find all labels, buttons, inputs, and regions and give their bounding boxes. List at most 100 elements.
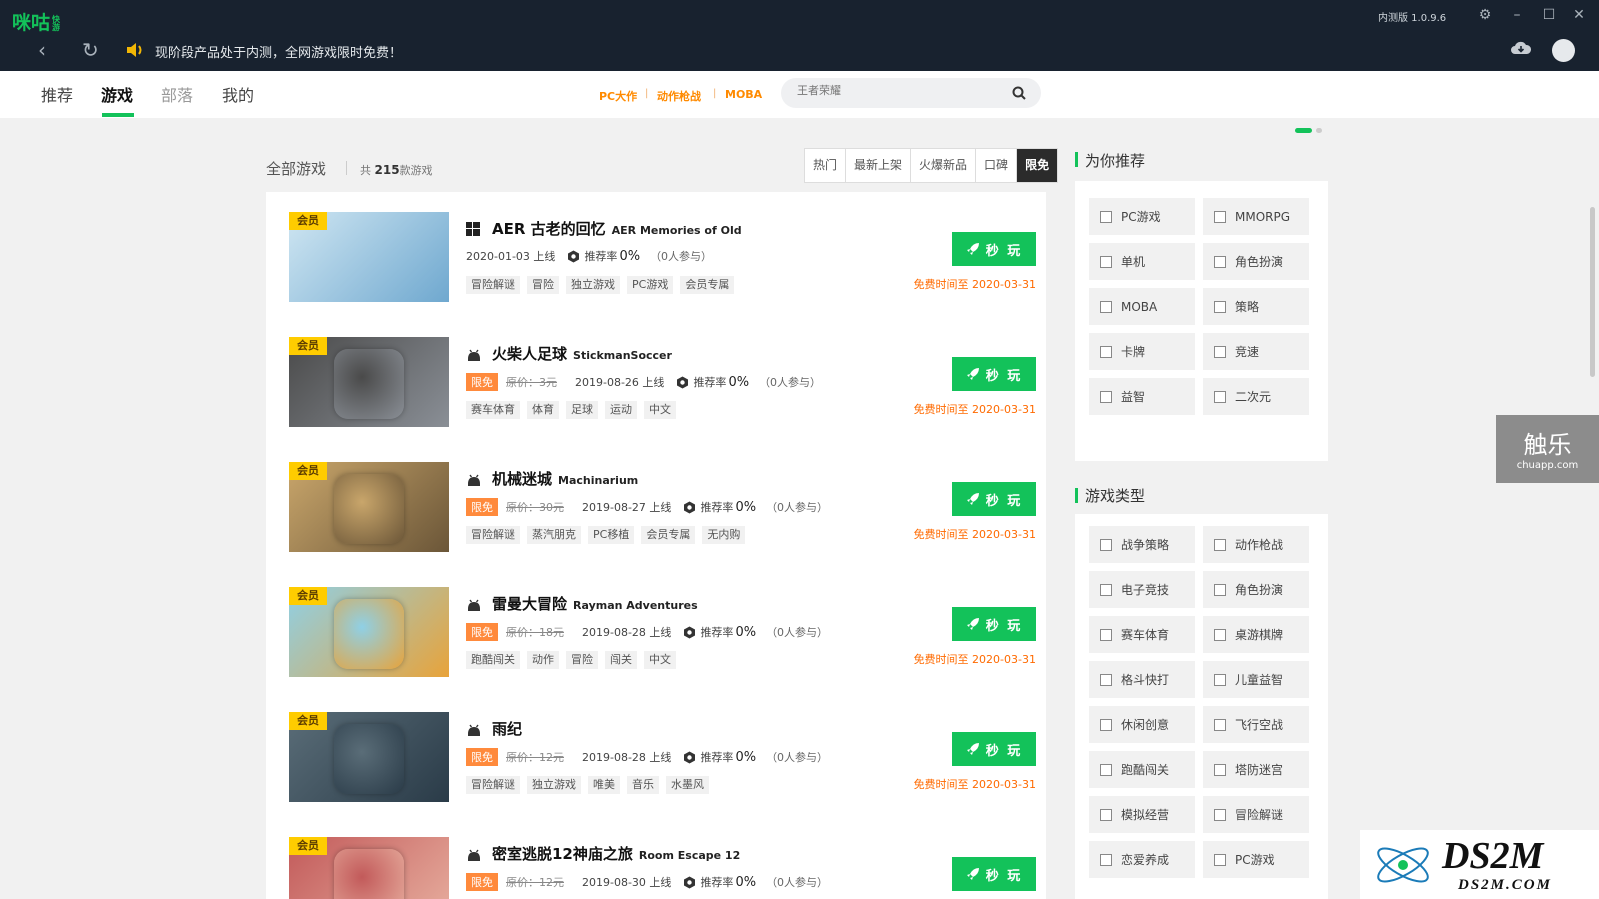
category-chip[interactable]: 单机 <box>1089 243 1195 280</box>
game-tag[interactable]: 冒险解谜 <box>466 776 520 794</box>
instant-play-button[interactable]: 秒 玩 <box>952 232 1036 266</box>
game-title[interactable]: AER 古老的回忆 AER Memories of Old <box>492 218 742 239</box>
category-chip[interactable]: PC游戏 <box>1203 841 1309 878</box>
instant-play-button[interactable]: 秒 玩 <box>952 357 1036 391</box>
game-cover[interactable]: 会员 <box>289 337 449 427</box>
checkbox[interactable] <box>1100 583 1112 596</box>
checkbox[interactable] <box>1100 538 1112 551</box>
category-chip[interactable]: MMORPG <box>1203 198 1309 235</box>
game-tag[interactable]: 赛车体育 <box>466 401 520 419</box>
game-tag[interactable]: 水墨风 <box>666 776 709 794</box>
tab-tribe[interactable]: 部落 <box>161 82 193 106</box>
checkbox[interactable] <box>1100 628 1112 641</box>
game-cover[interactable]: 会员 <box>289 712 449 802</box>
checkbox[interactable] <box>1214 345 1226 358</box>
checkbox[interactable] <box>1214 808 1226 821</box>
category-chip[interactable]: 角色扮演 <box>1203 571 1309 608</box>
category-chip[interactable]: 儿童益智 <box>1203 661 1309 698</box>
game-tag[interactable]: PC移植 <box>588 526 635 544</box>
checkbox[interactable] <box>1100 390 1112 403</box>
game-tag[interactable]: 独立游戏 <box>527 776 581 794</box>
game-tag[interactable]: 无内购 <box>702 526 746 544</box>
category-chip[interactable]: 角色扮演 <box>1203 243 1309 280</box>
instant-play-button[interactable]: 秒 玩 <box>952 482 1036 516</box>
game-row[interactable]: 会员 AER 古老的回忆 AER Memories of Old 2020-01-03… <box>266 192 1046 317</box>
game-tag[interactable]: 会员专属 <box>680 276 735 294</box>
tab-games[interactable]: 游戏 <box>101 82 133 106</box>
game-tag[interactable]: 音乐 <box>627 776 659 794</box>
game-tag[interactable]: 闯关 <box>605 651 637 669</box>
filter-trending[interactable]: 火爆新品 <box>911 149 977 182</box>
checkbox[interactable] <box>1100 763 1112 776</box>
game-tag[interactable]: 会员专属 <box>641 526 696 544</box>
checkbox[interactable] <box>1100 345 1112 358</box>
game-row[interactable]: 会员 密室逃脱12神庙之旅 Room Escape 12 限免 原价：12元 2019-0… <box>266 817 1046 899</box>
filter-rating[interactable]: 口碑 <box>976 149 1018 182</box>
game-tag[interactable]: 冒险解谜 <box>466 526 520 544</box>
checkbox[interactable] <box>1214 583 1226 596</box>
search-icon[interactable] <box>1011 85 1027 101</box>
game-tag[interactable]: 冒险 <box>566 651 598 669</box>
category-chip[interactable]: 电子竞技 <box>1089 571 1195 608</box>
category-chip[interactable]: 格斗快打 <box>1089 661 1195 698</box>
category-chip[interactable]: 战争策略 <box>1089 526 1195 563</box>
game-title[interactable]: 密室逃脱12神庙之旅 Room Escape 12 <box>492 843 740 864</box>
game-row[interactable]: 会员 雨纪 限免 原价：12元 2019-08-28 上线 推荐率 0% （0人参与） 冒险解谜… <box>266 692 1046 817</box>
tab-recommend[interactable]: 推荐 <box>41 82 73 106</box>
checkbox[interactable] <box>1100 673 1112 686</box>
tab-mine[interactable]: 我的 <box>222 82 254 106</box>
instant-play-button[interactable]: 秒 玩 <box>952 857 1036 891</box>
category-chip[interactable]: 赛车体育 <box>1089 616 1195 653</box>
category-chip[interactable]: 塔防迷宫 <box>1203 751 1309 788</box>
carousel-dot[interactable] <box>1316 128 1322 133</box>
game-tag[interactable]: 中文 <box>644 401 676 419</box>
avatar[interactable] <box>1552 39 1575 62</box>
checkbox[interactable] <box>1214 538 1226 551</box>
game-row[interactable]: 会员 火柴人足球 StickmanSoccer 限免 原价：3元 2019-08-26 上… <box>266 317 1046 442</box>
game-tag[interactable]: 冒险解谜 <box>466 276 520 294</box>
category-chip[interactable]: 二次元 <box>1203 378 1309 415</box>
game-tag[interactable]: 跑酷闯关 <box>466 651 520 669</box>
checkbox[interactable] <box>1214 390 1226 403</box>
checkbox[interactable] <box>1214 628 1226 641</box>
game-tag[interactable]: 体育 <box>527 401 559 419</box>
game-tag[interactable]: 中文 <box>644 651 676 669</box>
category-chip[interactable]: 模拟经营 <box>1089 796 1195 833</box>
minimize-icon[interactable]: – <box>1506 4 1528 26</box>
game-cover[interactable]: 会员 <box>289 462 449 552</box>
category-chip[interactable]: 冒险解谜 <box>1203 796 1309 833</box>
checkbox[interactable] <box>1214 853 1226 866</box>
cloud-download-icon[interactable] <box>1510 40 1532 56</box>
game-tag[interactable]: 独立游戏 <box>566 276 620 294</box>
checkbox[interactable] <box>1100 718 1112 731</box>
search-input[interactable] <box>797 84 997 97</box>
filter-hot[interactable]: 热门 <box>805 149 847 182</box>
checkbox[interactable] <box>1214 255 1226 268</box>
back-icon[interactable]: ‹ <box>38 40 46 60</box>
maximize-icon[interactable]: ☐ <box>1538 4 1560 26</box>
carousel-dot-active[interactable] <box>1295 128 1312 133</box>
game-tag[interactable]: 运动 <box>605 401 637 419</box>
instant-play-button[interactable]: 秒 玩 <box>952 607 1036 641</box>
game-tag[interactable]: 冒险 <box>527 276 559 294</box>
close-icon[interactable]: ✕ <box>1568 4 1590 26</box>
category-chip[interactable]: 卡牌 <box>1089 333 1195 370</box>
refresh-icon[interactable]: ↻ <box>82 40 99 60</box>
checkbox[interactable] <box>1100 300 1112 313</box>
settings-icon[interactable]: ⚙ <box>1474 4 1496 26</box>
game-tag[interactable]: 蒸汽朋克 <box>527 526 581 544</box>
checkbox[interactable] <box>1214 763 1226 776</box>
game-row[interactable]: 会员 雷曼大冒险 Rayman Adventures 限免 原价：18元 2019-08-… <box>266 567 1046 692</box>
checkbox[interactable] <box>1100 853 1112 866</box>
quick-link-moba[interactable]: MOBA <box>725 88 762 101</box>
game-cover[interactable]: 会员 <box>289 587 449 677</box>
category-chip[interactable]: 恋爱养成 <box>1089 841 1195 878</box>
filter-free[interactable]: 限免 <box>1017 149 1058 182</box>
game-cover[interactable]: 会员 <box>289 837 449 899</box>
filter-newest[interactable]: 最新上架 <box>846 149 912 182</box>
checkbox[interactable] <box>1214 210 1226 223</box>
checkbox[interactable] <box>1214 718 1226 731</box>
game-tag[interactable]: 动作 <box>527 651 559 669</box>
checkbox[interactable] <box>1214 673 1226 686</box>
game-row[interactable]: 会员 机械迷城 Machinarium 限免 原价：30元 2019-08-27 上线 推荐… <box>266 442 1046 567</box>
